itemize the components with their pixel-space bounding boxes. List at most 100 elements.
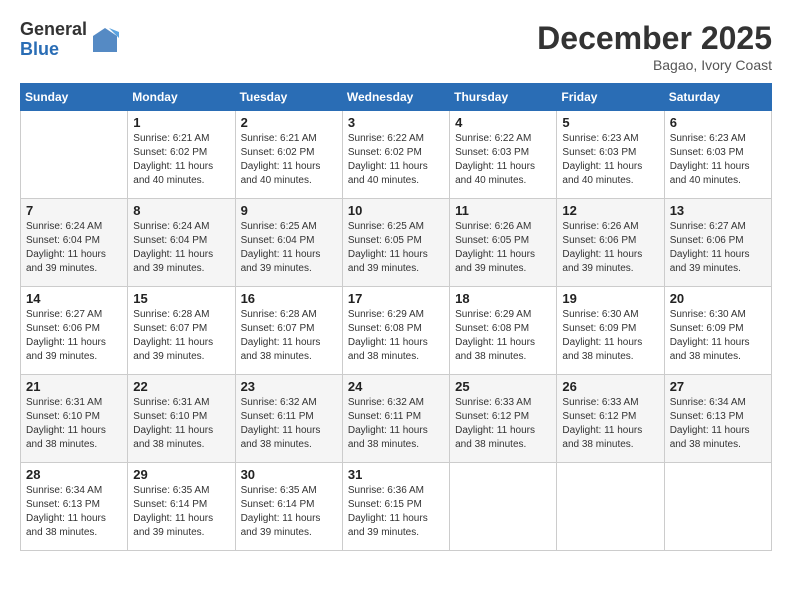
day-info: Sunrise: 6:24 AMSunset: 6:04 PMDaylight:… — [26, 220, 122, 276]
day-cell: 27 Sunrise: 6:34 AMSunset: 6:13 PMDayligh… — [664, 375, 771, 463]
day-number: 14 — [26, 291, 122, 306]
day-cell: 10Sunrise: 6:25 AMSunset: 6:05 PMDayligh… — [342, 199, 449, 287]
day-number: 30 — [241, 467, 337, 482]
logo: General Blue — [20, 20, 119, 60]
day-info: Sunrise: 6:31 AMSunset: 6:10 PMDaylight:… — [26, 396, 122, 452]
day-number: 5 — [562, 115, 658, 130]
day-info: Sunrise: 6:32 AMSunset: 6:11 PMDaylight:… — [241, 396, 337, 452]
day-info: Sunrise: 6:27 AMSunset: 6:06 PMDaylight:… — [670, 220, 766, 276]
day-number: 31 — [348, 467, 444, 482]
day-number: 20 — [670, 291, 766, 306]
day-info: Sunrise: 6:21 AMSunset: 6:02 PMDaylight:… — [241, 132, 337, 188]
day-info: Sunrise: 6:29 AMSunset: 6:08 PMDaylight:… — [455, 308, 551, 364]
day-number: 18 — [455, 291, 551, 306]
day-cell: 25Sunrise: 6:33 AMSunset: 6:12 PMDayligh… — [450, 375, 557, 463]
header-cell-wednesday: Wednesday — [342, 84, 449, 111]
day-info: Sunrise: 6:25 AMSunset: 6:04 PMDaylight:… — [241, 220, 337, 276]
day-cell: 5 Sunrise: 6:23 AMSunset: 6:03 PMDaylight… — [557, 111, 664, 199]
day-info: Sunrise: 6:24 AMSunset: 6:04 PMDaylight:… — [133, 220, 229, 276]
day-info: Sunrise: 6:28 AMSunset: 6:07 PMDaylight:… — [241, 308, 337, 364]
day-info: Sunrise: 6:26 AMSunset: 6:05 PMDaylight:… — [455, 220, 551, 276]
day-cell — [21, 111, 128, 199]
day-cell: 15 Sunrise: 6:28 AMSunset: 6:07 PMDayligh… — [128, 287, 235, 375]
day-cell: 16 Sunrise: 6:28 AMSunset: 6:07 PMDayligh… — [235, 287, 342, 375]
day-cell: 19Sunrise: 6:30 AMSunset: 6:09 PMDayligh… — [557, 287, 664, 375]
day-info: Sunrise: 6:33 AMSunset: 6:12 PMDaylight:… — [562, 396, 658, 452]
day-info: Sunrise: 6:27 AMSunset: 6:06 PMDaylight:… — [26, 308, 122, 364]
day-cell: 14 Sunrise: 6:27 AMSunset: 6:06 PMDayligh… — [21, 287, 128, 375]
day-info: Sunrise: 6:26 AMSunset: 6:06 PMDaylight:… — [562, 220, 658, 276]
day-cell — [664, 463, 771, 551]
day-cell: 30 Sunrise: 6:35 AMSunset: 6:14 PMDayligh… — [235, 463, 342, 551]
day-number: 16 — [241, 291, 337, 306]
day-cell: 2 Sunrise: 6:21 AMSunset: 6:02 PMDaylight… — [235, 111, 342, 199]
day-cell: 4 Sunrise: 6:22 AMSunset: 6:03 PMDaylight… — [450, 111, 557, 199]
day-cell: 8 Sunrise: 6:24 AMSunset: 6:04 PMDaylight… — [128, 199, 235, 287]
day-info: Sunrise: 6:22 AMSunset: 6:02 PMDaylight:… — [348, 132, 444, 188]
day-info: Sunrise: 6:36 AMSunset: 6:15 PMDaylight:… — [348, 484, 444, 540]
day-cell: 24Sunrise: 6:32 AMSunset: 6:11 PMDayligh… — [342, 375, 449, 463]
day-number: 11 — [455, 203, 551, 218]
day-number: 10 — [348, 203, 444, 218]
day-number: 8 — [133, 203, 229, 218]
day-cell: 7Sunrise: 6:24 AMSunset: 6:04 PMDaylight… — [21, 199, 128, 287]
page-header: General Blue December 2025 Bagao, Ivory … — [20, 20, 772, 73]
header-cell-friday: Friday — [557, 84, 664, 111]
subtitle: Bagao, Ivory Coast — [537, 57, 772, 73]
day-cell: 6 Sunrise: 6:23 AMSunset: 6:03 PMDaylight… — [664, 111, 771, 199]
day-number: 22 — [133, 379, 229, 394]
day-cell: 11 Sunrise: 6:26 AMSunset: 6:05 PMDayligh… — [450, 199, 557, 287]
logo-blue: Blue — [20, 40, 87, 60]
day-number: 21 — [26, 379, 122, 394]
day-cell — [450, 463, 557, 551]
day-info: Sunrise: 6:28 AMSunset: 6:07 PMDaylight:… — [133, 308, 229, 364]
day-cell: 22Sunrise: 6:31 AMSunset: 6:10 PMDayligh… — [128, 375, 235, 463]
day-number: 13 — [670, 203, 766, 218]
day-number: 27 — [670, 379, 766, 394]
day-info: Sunrise: 6:22 AMSunset: 6:03 PMDaylight:… — [455, 132, 551, 188]
day-number: 2 — [241, 115, 337, 130]
day-number: 28 — [26, 467, 122, 482]
day-info: Sunrise: 6:35 AMSunset: 6:14 PMDaylight:… — [133, 484, 229, 540]
day-number: 4 — [455, 115, 551, 130]
day-number: 15 — [133, 291, 229, 306]
header-cell-saturday: Saturday — [664, 84, 771, 111]
day-cell: 21 Sunrise: 6:31 AMSunset: 6:10 PMDayligh… — [21, 375, 128, 463]
day-cell — [557, 463, 664, 551]
day-number: 19 — [562, 291, 658, 306]
header-cell-monday: Monday — [128, 84, 235, 111]
title-block: December 2025 Bagao, Ivory Coast — [537, 20, 772, 73]
day-number: 9 — [241, 203, 337, 218]
day-cell: 23 Sunrise: 6:32 AMSunset: 6:11 PMDayligh… — [235, 375, 342, 463]
week-row-0: 1 Sunrise: 6:21 AMSunset: 6:02 PMDaylight… — [21, 111, 772, 199]
day-info: Sunrise: 6:23 AMSunset: 6:03 PMDaylight:… — [670, 132, 766, 188]
day-number: 23 — [241, 379, 337, 394]
day-number: 17 — [348, 291, 444, 306]
day-cell: 13 Sunrise: 6:27 AMSunset: 6:06 PMDayligh… — [664, 199, 771, 287]
header-cell-sunday: Sunday — [21, 84, 128, 111]
day-cell: 18 Sunrise: 6:29 AMSunset: 6:08 PMDayligh… — [450, 287, 557, 375]
day-cell: 26 Sunrise: 6:33 AMSunset: 6:12 PMDayligh… — [557, 375, 664, 463]
day-number: 1 — [133, 115, 229, 130]
day-info: Sunrise: 6:35 AMSunset: 6:14 PMDaylight:… — [241, 484, 337, 540]
day-number: 26 — [562, 379, 658, 394]
week-row-4: 28Sunrise: 6:34 AMSunset: 6:13 PMDayligh… — [21, 463, 772, 551]
day-cell: 1Sunrise: 6:21 AMSunset: 6:02 PMDaylight… — [128, 111, 235, 199]
day-cell: 12Sunrise: 6:26 AMSunset: 6:06 PMDayligh… — [557, 199, 664, 287]
header-cell-thursday: Thursday — [450, 84, 557, 111]
week-row-1: 7Sunrise: 6:24 AMSunset: 6:04 PMDaylight… — [21, 199, 772, 287]
day-number: 6 — [670, 115, 766, 130]
day-cell: 17Sunrise: 6:29 AMSunset: 6:08 PMDayligh… — [342, 287, 449, 375]
day-number: 3 — [348, 115, 444, 130]
day-info: Sunrise: 6:30 AMSunset: 6:09 PMDaylight:… — [670, 308, 766, 364]
day-cell: 3 Sunrise: 6:22 AMSunset: 6:02 PMDaylight… — [342, 111, 449, 199]
day-number: 29 — [133, 467, 229, 482]
day-cell: 9 Sunrise: 6:25 AMSunset: 6:04 PMDaylight… — [235, 199, 342, 287]
day-info: Sunrise: 6:23 AMSunset: 6:03 PMDaylight:… — [562, 132, 658, 188]
day-cell: 28Sunrise: 6:34 AMSunset: 6:13 PMDayligh… — [21, 463, 128, 551]
day-cell: 29 Sunrise: 6:35 AMSunset: 6:14 PMDayligh… — [128, 463, 235, 551]
logo-text: General Blue — [20, 20, 87, 60]
day-info: Sunrise: 6:34 AMSunset: 6:13 PMDaylight:… — [670, 396, 766, 452]
day-number: 25 — [455, 379, 551, 394]
header-cell-tuesday: Tuesday — [235, 84, 342, 111]
